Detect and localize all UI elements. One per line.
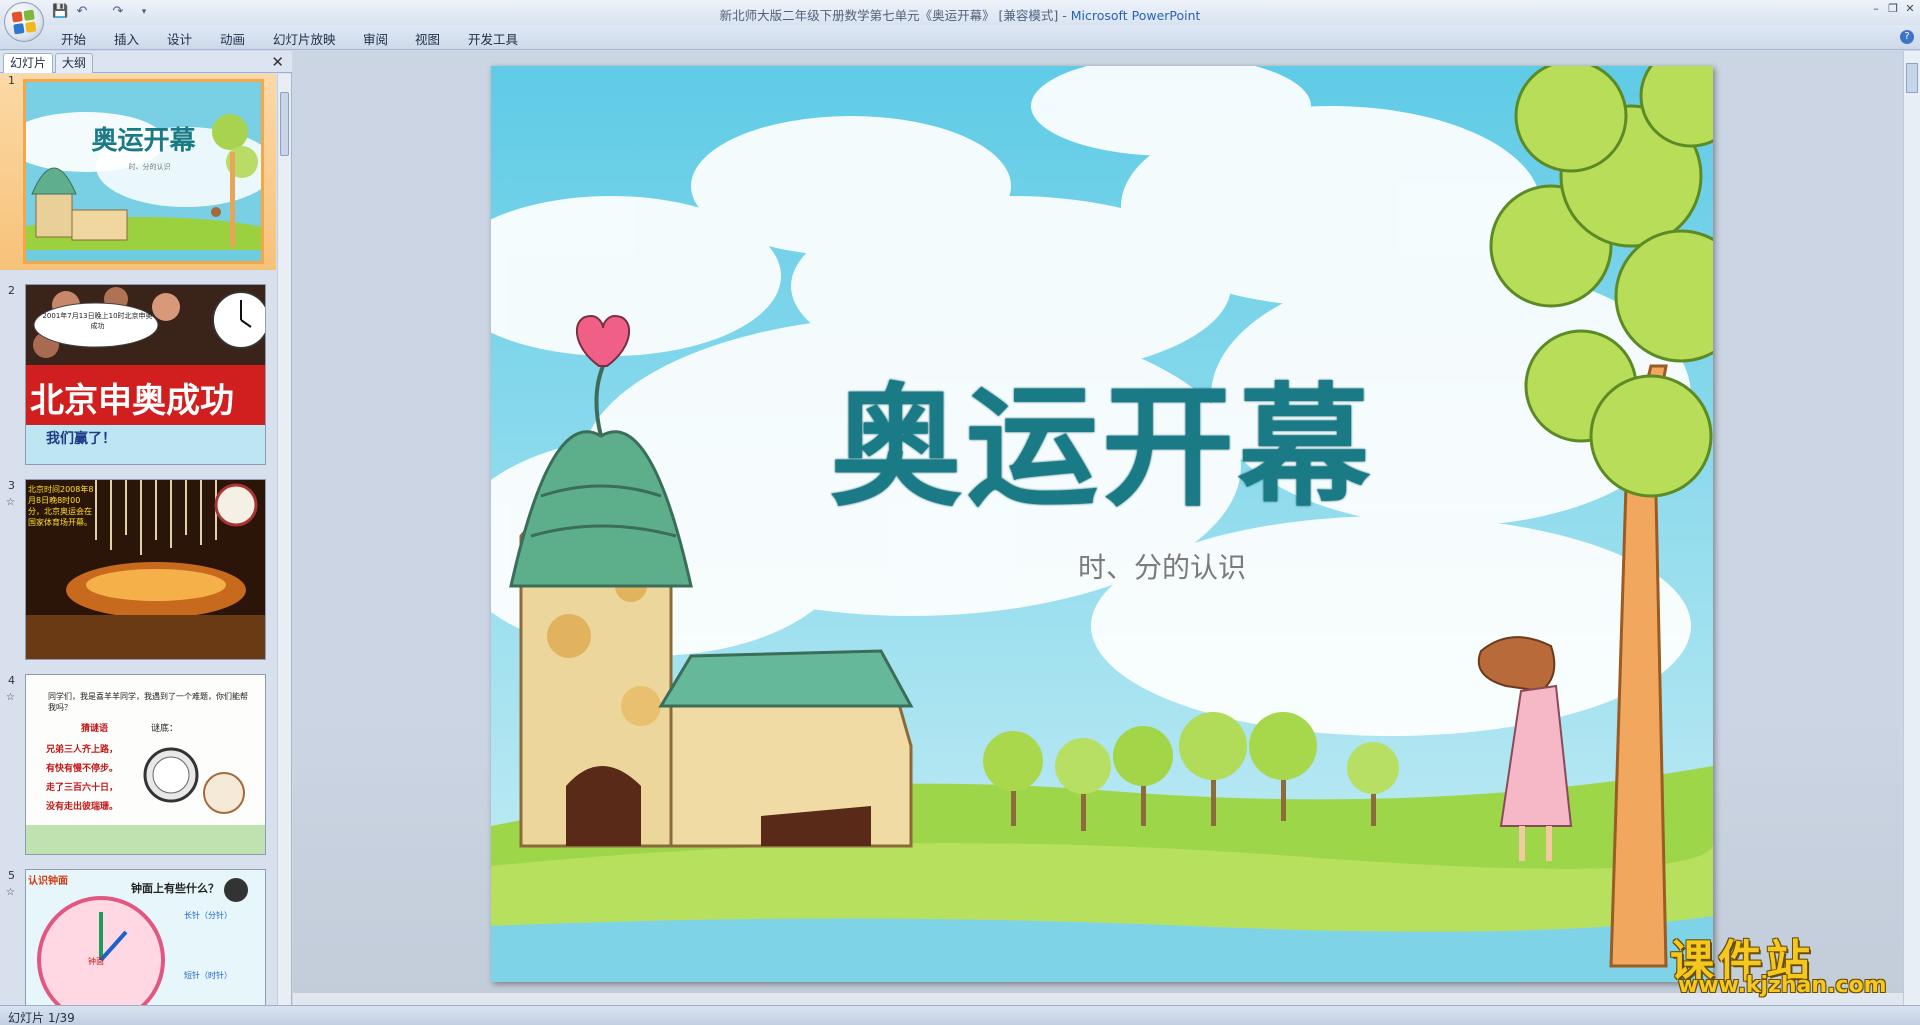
tab-slideshow[interactable]: 幻灯片放映 [273, 29, 336, 48]
thumbnail-row[interactable]: 5 ☆ 认识钟面 钟面上有些什么？ 长针（分针） 短针（时针） 钟面 [0, 869, 276, 1005]
thumbnail-heading: 认识钟面 [28, 876, 68, 887]
thumbnail-question: 钟面上有些什么？ [131, 882, 219, 895]
tab-animations[interactable]: 动画 [220, 29, 245, 48]
thumbnail-label: 短针（时针） [184, 971, 232, 980]
tab-view[interactable]: 视图 [415, 29, 440, 48]
slide-subtitle[interactable]: 时、分的认识 [491, 546, 1713, 586]
ribbon-tabs: 开始 插入 设计 动画 幻灯片放映 审阅 视图 开发工具 ? [0, 25, 1920, 50]
thumbnail-scrollbar[interactable] [277, 74, 291, 1005]
slide-indicator: 幻灯片 1/39 [8, 1011, 75, 1025]
office-button[interactable] [4, 2, 44, 42]
thumbnail-label: 长针（分针） [184, 911, 232, 920]
thumbnail-row[interactable]: 1 奥运开幕 时、分的认识 [0, 74, 276, 270]
pane-tabs: 幻灯片 大纲 ✕ [0, 51, 292, 73]
tab-outline[interactable]: 大纲 [55, 53, 94, 73]
thumbnail-row[interactable]: 4 ☆ 同学们，我是喜羊羊同学，我遇到了一个难题，你们能帮我吗？ 猜谜语 谜底：… [0, 674, 276, 864]
thumbnail-footer: 我们赢了！ [46, 431, 116, 447]
watermark-url: www.kjzhan.com [1678, 973, 1887, 998]
slide-number: 1 [8, 74, 15, 87]
thumbnail-riddle: 兄弟三人齐上路， 有快有慢不停步。 走了三百六十日， 没有走出彼瑞珊。 [46, 741, 118, 817]
slide-thumbnail-4[interactable]: 同学们，我是喜羊羊同学，我遇到了一个难题，你们能帮我吗？ 猜谜语 谜底： 兄弟三… [25, 674, 266, 855]
slide-thumbnail-3[interactable]: 北京时间2008年8月8日晚8时00分，北京奥运会在国家体育场开幕。 [25, 479, 266, 660]
editor-vertical-scrollbar[interactable] [1903, 51, 1920, 1005]
thumbnail-title: 奥运开幕 [91, 126, 196, 156]
thumbnail-label: 钟面 [88, 957, 104, 966]
animation-icon: ☆ [6, 497, 15, 508]
current-slide[interactable]: 奥运开幕 时、分的认识 [491, 66, 1713, 982]
tab-slides[interactable]: 幻灯片 [3, 53, 54, 73]
scrollbar-thumb[interactable] [1906, 63, 1918, 93]
thumbnail-caption: 2001年7月13日晚上10时北京申奥成功 [42, 312, 153, 330]
slide-thumbnail-1[interactable]: 奥运开幕 时、分的认识 [23, 79, 264, 264]
animation-icon: ☆ [6, 887, 15, 898]
tab-design[interactable]: 设计 [167, 29, 192, 48]
office-logo-icon [11, 9, 37, 35]
close-icon[interactable]: ✕ [1902, 2, 1918, 16]
tab-insert[interactable]: 插入 [114, 29, 139, 48]
thumbnail-row[interactable]: 2 2001年7月13日晚上10时北京申奥成功 北京申奥成功 我们赢了！ [0, 284, 276, 474]
minimize-icon[interactable]: – [1868, 2, 1884, 16]
thumbnail-text: 北京时间2008年8月8日晚8时00分，北京奥运会在国家体育场开幕。 [28, 485, 94, 527]
thumbnail-banner: 北京申奥成功 [30, 381, 234, 421]
slide-thumbnail-5[interactable]: 认识钟面 钟面上有些什么？ 长针（分针） 短针（时针） 钟面 [25, 869, 266, 1005]
slide-thumbnails: 1 奥运开幕 时、分的认识 2 2001年7月13日晚上10时北京申奥成功 北京… [0, 74, 276, 1005]
powerpoint-window: 💾 ↶ ↷ ▾ 新北师大版二年级下册数学第七单元《奥运开幕》 [兼容模式] - … [0, 0, 1920, 1025]
slide-number: 4 [8, 674, 15, 687]
title-bar: 💾 ↶ ↷ ▾ 新北师大版二年级下册数学第七单元《奥运开幕》 [兼容模式] - … [0, 0, 1920, 42]
thumbnail-subtitle: 时、分的认识 [128, 163, 171, 171]
slides-pane: 幻灯片 大纲 ✕ 1 奥运开幕 时、分的认识 2 2001年7月13日晚上10时… [0, 51, 292, 1005]
app-name: Microsoft PowerPoint [1070, 8, 1201, 23]
slide-title[interactable]: 奥运开幕 [491, 341, 1713, 532]
document-title: 新北师大版二年级下册数学第七单元《奥运开幕》 [兼容模式] - [719, 8, 1071, 23]
slide-thumbnail-2[interactable]: 2001年7月13日晚上10时北京申奥成功 北京申奥成功 我们赢了！ [25, 284, 266, 465]
watermark: 课件站 www.kjzhan.com [1670, 925, 1900, 1000]
restore-icon[interactable]: ❐ [1885, 2, 1901, 16]
tab-developer[interactable]: 开发工具 [468, 29, 518, 48]
tab-review[interactable]: 审阅 [363, 29, 388, 48]
help-icon[interactable]: ? [1900, 30, 1914, 44]
tab-home[interactable]: 开始 [61, 29, 86, 48]
slide-number: 3 [8, 479, 15, 492]
riddle-line: 走了三百六十日， [46, 783, 119, 793]
scrollbar-thumb[interactable] [280, 92, 289, 156]
editor-horizontal-scrollbar[interactable] [293, 993, 1903, 1005]
close-pane-icon[interactable]: ✕ [271, 53, 284, 71]
animation-icon: ☆ [6, 692, 15, 703]
slide-number: 5 [8, 869, 15, 882]
thumbnail-riddle-label: 猜谜语 [81, 724, 109, 734]
thumbnail-answer-label: 谜底： [151, 724, 179, 734]
riddle-line: 兄弟三人齐上路， [46, 745, 119, 755]
riddle-line: 有快有慢不停步。 [46, 764, 119, 774]
status-bar: 幻灯片 1/39 [0, 1005, 1920, 1025]
window-title: 新北师大版二年级下册数学第七单元《奥运开幕》 [兼容模式] - Microsof… [0, 5, 1920, 24]
thumbnail-intro: 同学们，我是喜羊羊同学，我遇到了一个难题，你们能帮我吗？ [48, 692, 248, 712]
thumbnail-row[interactable]: 3 ☆ 北京时间2008年8月8日晚8时00分，北京奥运会在国家体育场开幕。 [0, 479, 276, 669]
slide-number: 2 [8, 284, 15, 297]
riddle-line: 没有走出彼瑞珊。 [46, 802, 119, 812]
